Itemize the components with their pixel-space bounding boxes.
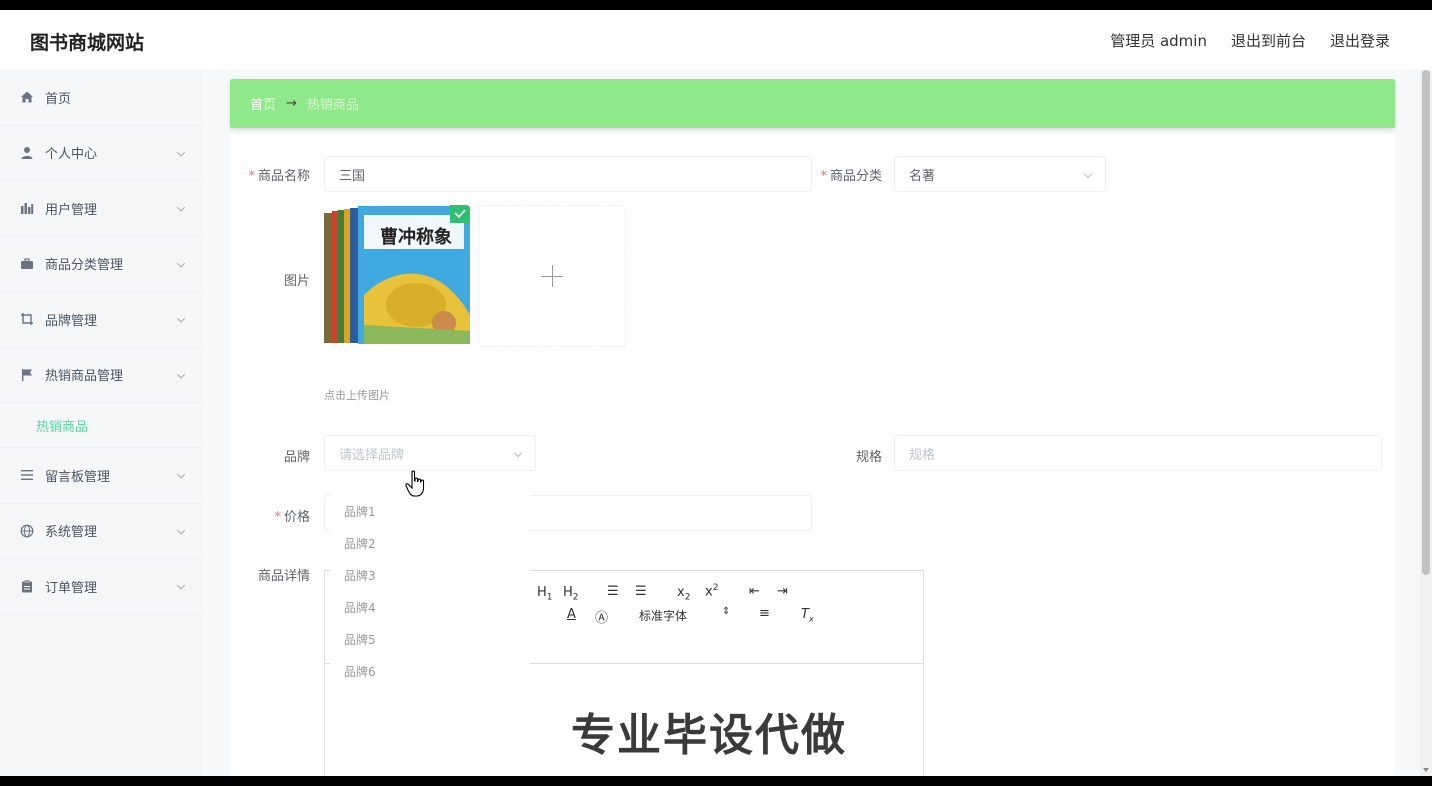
sidebar-item-label: 系统管理 [45, 525, 98, 541]
goods-category-label: * 商品分类 [820, 169, 882, 184]
sidebar-item-brand[interactable]: 品牌管理 [0, 292, 202, 348]
goods-name-label: * 商品名称 [248, 169, 310, 184]
hand-cursor-icon [405, 470, 425, 497]
sidebar-item-label: 订单管理 [45, 580, 98, 596]
chevron-down-icon [176, 147, 186, 157]
align-icon[interactable]: ≡ [759, 606, 770, 621]
brand-dropdown: 品牌1 品牌2 品牌3 品牌4 品牌5 品牌6 [330, 495, 530, 685]
brand-select-placeholder: 请选择品牌 [339, 447, 405, 463]
brand-option[interactable]: 品牌6 [330, 655, 530, 687]
scrollbar-thumb[interactable] [1422, 70, 1430, 575]
screen-top-bar [0, 0, 1432, 10]
page-scrollbar[interactable] [1420, 70, 1432, 776]
breadcrumb-current: 热销商品 [306, 98, 359, 113]
sidebar-item-label: 用户管理 [45, 202, 98, 218]
crop-icon [20, 312, 34, 326]
font-family-select[interactable]: 标准字体 [639, 607, 687, 624]
detail-label: 商品详情 [257, 569, 310, 584]
uploaded-book-image[interactable]: 曹冲称象 [324, 205, 470, 347]
sidebar-subitem-hot-goods[interactable]: 热销商品 [0, 403, 202, 448]
brand-option[interactable]: 品牌1 [330, 495, 530, 527]
bullet-list-icon[interactable]: ☰ [635, 584, 647, 599]
to-front-link[interactable]: 退出到前台 [1231, 30, 1306, 51]
sidebar-item-label: 商品分类管理 [45, 258, 124, 274]
chevron-down-icon [176, 314, 186, 323]
list-icon [20, 468, 34, 482]
chevron-down-icon [1083, 169, 1093, 179]
chevron-up-icon [176, 369, 186, 379]
brand-label: 品牌 [283, 450, 310, 465]
indent-icon[interactable]: ⇥ [777, 584, 788, 599]
goods-category-select[interactable]: 名著 [894, 156, 1106, 192]
header-links: 管理员 admin 退出到前台 退出登录 [1110, 30, 1390, 51]
chevron-down-icon [176, 258, 186, 268]
logout-link[interactable]: 退出登录 [1330, 30, 1390, 51]
briefcase-icon [20, 257, 34, 271]
background-color-icon[interactable]: Ⓐ [595, 607, 608, 626]
image-label: 图片 [283, 274, 310, 289]
flag-icon [20, 368, 34, 382]
sidebar-item-category[interactable]: 商品分类管理 [0, 237, 202, 292]
chevron-down-icon [176, 470, 186, 479]
clipboard-icon [20, 579, 34, 593]
brand-option[interactable]: 品牌2 [330, 527, 530, 559]
brand-title: 图书商城网站 [30, 32, 145, 54]
image-upload-button[interactable] [478, 205, 626, 347]
chevron-down-icon [176, 203, 186, 212]
plus-icon-vertical [552, 265, 553, 287]
outdent-icon[interactable]: ⇤ [749, 584, 760, 599]
clear-format-icon[interactable]: Tx [801, 607, 814, 624]
sidebar-item-personal[interactable]: 个人中心 [0, 126, 202, 181]
sidebar-item-system[interactable]: 系统管理 [0, 504, 202, 559]
spec-label: 规格 [855, 450, 882, 465]
price-label: * 价格 [274, 510, 310, 525]
main-content: 首页 → 热销商品 * 商品名称 三国 * 商品分类 名著 图片 曹冲称象 点击… [202, 70, 1420, 776]
font-color-icon[interactable]: A [567, 607, 576, 622]
sidebar-item-label: 留言板管理 [45, 469, 111, 485]
admin-user-label: 管理员 admin [1110, 32, 1207, 50]
home-icon [20, 90, 34, 104]
chart-icon [20, 201, 34, 215]
heading-1-button[interactable]: H1 [537, 585, 553, 603]
chevron-down-icon [176, 525, 186, 535]
sidebar-item-users[interactable]: 用户管理 [0, 181, 202, 237]
sidebar-item-label: 品牌管理 [45, 313, 98, 329]
user-icon [20, 146, 34, 160]
chevron-down-icon [513, 448, 523, 458]
header: 图书商城网站 管理员 admin 退出到前台 退出登录 [0, 10, 1432, 70]
breadcrumb-arrow-icon: → [286, 96, 297, 111]
spec-input[interactable]: 规格 [894, 435, 1382, 471]
goods-name-input[interactable]: 三国 [324, 156, 812, 192]
sidebar-item-hot[interactable]: 热销商品管理 [0, 348, 202, 403]
scroll-down-arrow-icon[interactable] [1423, 768, 1429, 772]
app: 图书商城网站 管理员 admin 退出到前台 退出登录 首页 个人中心 用户管理 [0, 10, 1432, 776]
edit-form: * 商品名称 三国 * 商品分类 名著 图片 曹冲称象 点击上传图片 品牌 请选… [230, 134, 1395, 776]
ordered-list-icon[interactable]: ☰ [607, 584, 619, 599]
sidebar-item-label: 热销商品管理 [45, 369, 124, 385]
chevron-down-icon [176, 581, 186, 590]
subscript-button[interactable]: x2 [677, 585, 690, 603]
sidebar-item-home[interactable]: 首页 [0, 70, 202, 126]
upload-hint: 点击上传图片 [324, 389, 390, 402]
sidebar-item-orders[interactable]: 订单管理 [0, 559, 202, 615]
globe-icon [20, 524, 34, 538]
watermark-text: 专业毕设代做 [571, 710, 847, 761]
screen-bottom-bar [0, 776, 1432, 786]
brand-option[interactable]: 品牌5 [330, 623, 530, 655]
superscript-button[interactable]: x2 [705, 583, 718, 599]
heading-2-button[interactable]: H2 [563, 585, 579, 603]
brand-option[interactable]: 品牌4 [330, 591, 530, 623]
breadcrumb: 首页 → 热销商品 [230, 79, 1395, 128]
sidebar-item-label: 个人中心 [45, 147, 98, 163]
sidebar-item-messages[interactable]: 留言板管理 [0, 448, 202, 504]
breadcrumb-home[interactable]: 首页 [250, 94, 276, 113]
brand-select[interactable]: 请选择品牌 [324, 435, 536, 471]
brand-option[interactable]: 品牌3 [330, 559, 530, 591]
sidebar: 首页 个人中心 用户管理 商品分类管理 品牌管理 热销商品管理 热销商品 留言板… [0, 70, 202, 776]
font-select-arrows-icon: ⇕ [722, 606, 731, 617]
category-selected-value: 名著 [909, 168, 936, 184]
sidebar-item-label: 首页 [45, 91, 72, 107]
book-cover-title: 曹冲称象 [380, 227, 452, 248]
